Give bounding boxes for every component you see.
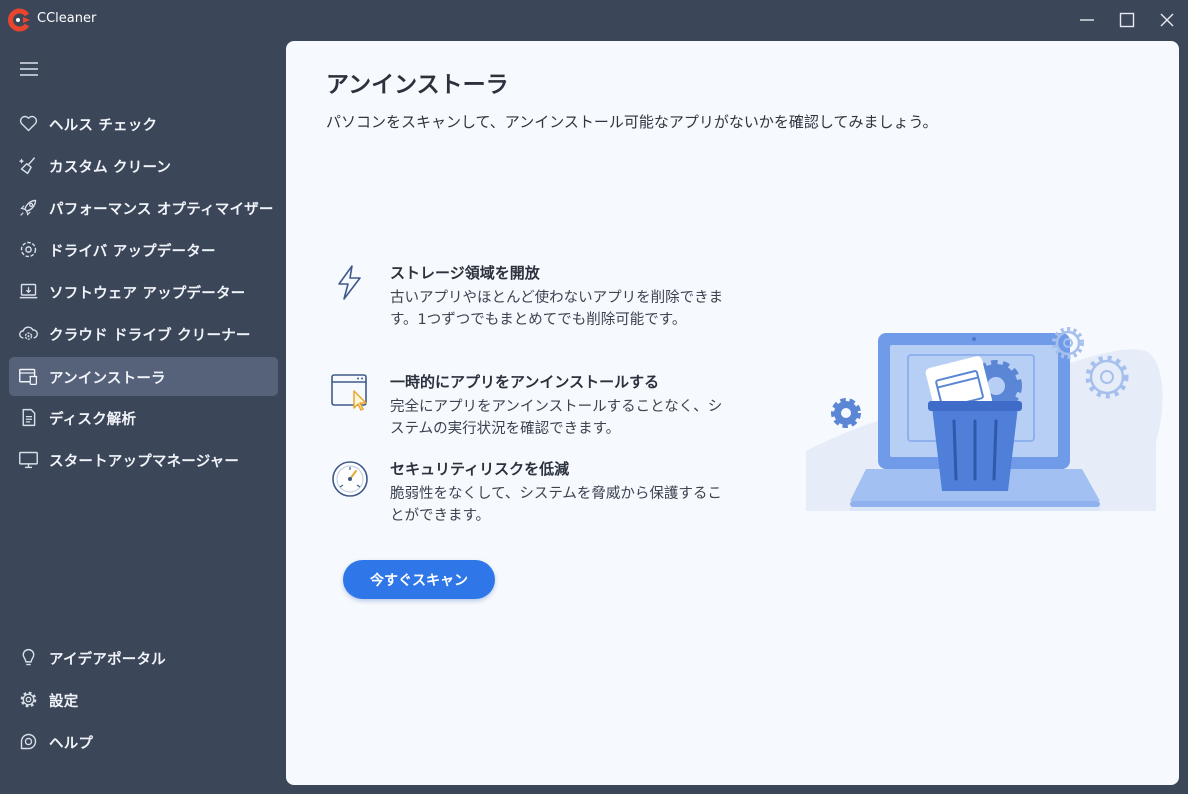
minimize-button[interactable] xyxy=(1067,0,1107,40)
rocket-icon xyxy=(20,199,37,216)
window-cursor-icon xyxy=(331,374,367,411)
gear-icon xyxy=(20,691,37,708)
ccleaner-logo-icon xyxy=(8,8,30,32)
uninstaller-illustration xyxy=(806,327,1163,511)
maximize-button[interactable] xyxy=(1107,0,1147,40)
sidebar-item-driver-updater[interactable]: ドライバ アップデーター xyxy=(9,230,278,269)
main-panel: アンインストーラ パソコンをスキャンして、アンインストール可能なアプリがないかを… xyxy=(286,41,1179,785)
feature-desc: 古いアプリやほとんど使わないアプリを削除できます。1つずつでもまとめてでも削除可… xyxy=(390,290,724,328)
sidebar-item-label: スタートアップマネージャー xyxy=(49,454,240,470)
feature-title: ストレージ領域を開放 xyxy=(390,264,540,282)
sidebar-item-label: ディスク解析 xyxy=(49,412,137,428)
sidebar-item-performance-optimizer[interactable]: パフォーマンス オプティマイザー xyxy=(9,188,278,227)
help-icon xyxy=(20,733,37,750)
feature-free-storage: ストレージ領域を開放 古いアプリやほとんど使わないアプリを削除できます。1つずつ… xyxy=(330,262,750,362)
broom-icon xyxy=(18,157,36,175)
gauge-icon xyxy=(332,461,368,497)
scan-now-button[interactable]: 今すぐスキャン xyxy=(343,560,495,599)
sidebar-item-label: ソフトウェア アップデーター xyxy=(49,286,246,302)
sidebar-item-cloud-drive-cleaner[interactable]: クラウド ドライブ クリーナー xyxy=(9,314,278,353)
sidebar-item-disk-analyzer[interactable]: ディスク解析 xyxy=(9,398,278,437)
maximize-icon xyxy=(1119,12,1135,28)
sidebar-item-help[interactable]: ヘルプ xyxy=(9,722,278,761)
sidebar-item-label: 設定 xyxy=(49,694,79,710)
sidebar-item-uninstaller[interactable]: アンインストーラ xyxy=(9,357,278,396)
feature-reduce-security-risk: セキュリティリスクを低減 脆弱性をなくして、システムを脅威から保護することができ… xyxy=(330,458,750,538)
close-icon xyxy=(1160,13,1174,27)
uninstall-icon xyxy=(19,368,38,385)
title-bar: CCleaner xyxy=(0,0,1188,40)
feature-title: セキュリティリスクを低減 xyxy=(390,460,570,478)
sidebar-item-label: クラウド ドライブ クリーナー xyxy=(49,328,251,344)
sidebar-item-idea-portal[interactable]: アイデアポータル xyxy=(9,638,278,677)
sidebar-item-label: パフォーマンス オプティマイザー xyxy=(49,202,274,218)
sidebar-item-label: アイデアポータル xyxy=(49,652,166,668)
close-button[interactable] xyxy=(1147,0,1187,40)
sidebar-item-custom-clean[interactable]: カスタム クリーン xyxy=(9,146,278,185)
sidebar-item-software-updater[interactable]: ソフトウェア アップデーター xyxy=(9,272,278,311)
sidebar-item-startup-manager[interactable]: スタートアップマネージャー xyxy=(9,440,278,479)
cloud-gear-icon xyxy=(19,326,38,340)
feature-desc: 完全にアプリをアンインストールすることなく、システムの実行状況を確認できます。 xyxy=(390,399,723,437)
sidebar-item-settings[interactable]: 設定 xyxy=(9,680,278,719)
feature-temporary-uninstall: 一時的にアプリをアンインストールする 完全にアプリをアンインストールすることなく… xyxy=(330,371,750,451)
sidebar-item-label: ドライバ アップデーター xyxy=(49,244,216,260)
monitor-icon xyxy=(19,451,38,469)
lightbulb-icon xyxy=(22,649,35,666)
sidebar-item-label: ヘルス チェック xyxy=(49,118,158,134)
lightning-icon xyxy=(338,265,361,300)
sidebar-item-health-check[interactable]: ヘルス チェック xyxy=(9,104,278,143)
feature-desc: 脆弱性をなくして、システムを脅威から保護することができます。 xyxy=(390,486,722,524)
sidebar-item-label: アンインストーラ xyxy=(49,371,166,387)
sidebar-item-label: カスタム クリーン xyxy=(49,160,172,176)
menu-icon[interactable] xyxy=(17,57,41,81)
page-title: アンインストーラ xyxy=(326,72,509,98)
driver-gear-icon xyxy=(20,241,37,258)
minimize-icon xyxy=(1080,19,1094,21)
sidebar-item-label: ヘルプ xyxy=(49,736,94,752)
document-icon xyxy=(22,408,36,427)
laptop-update-icon xyxy=(19,283,38,299)
page-subtitle: パソコンをスキャンして、アンインストール可能なアプリがないかを確認してみましょう… xyxy=(326,113,938,131)
app-title: CCleaner xyxy=(37,11,97,26)
heart-icon xyxy=(19,115,38,132)
feature-title: 一時的にアプリをアンインストールする xyxy=(390,373,660,391)
